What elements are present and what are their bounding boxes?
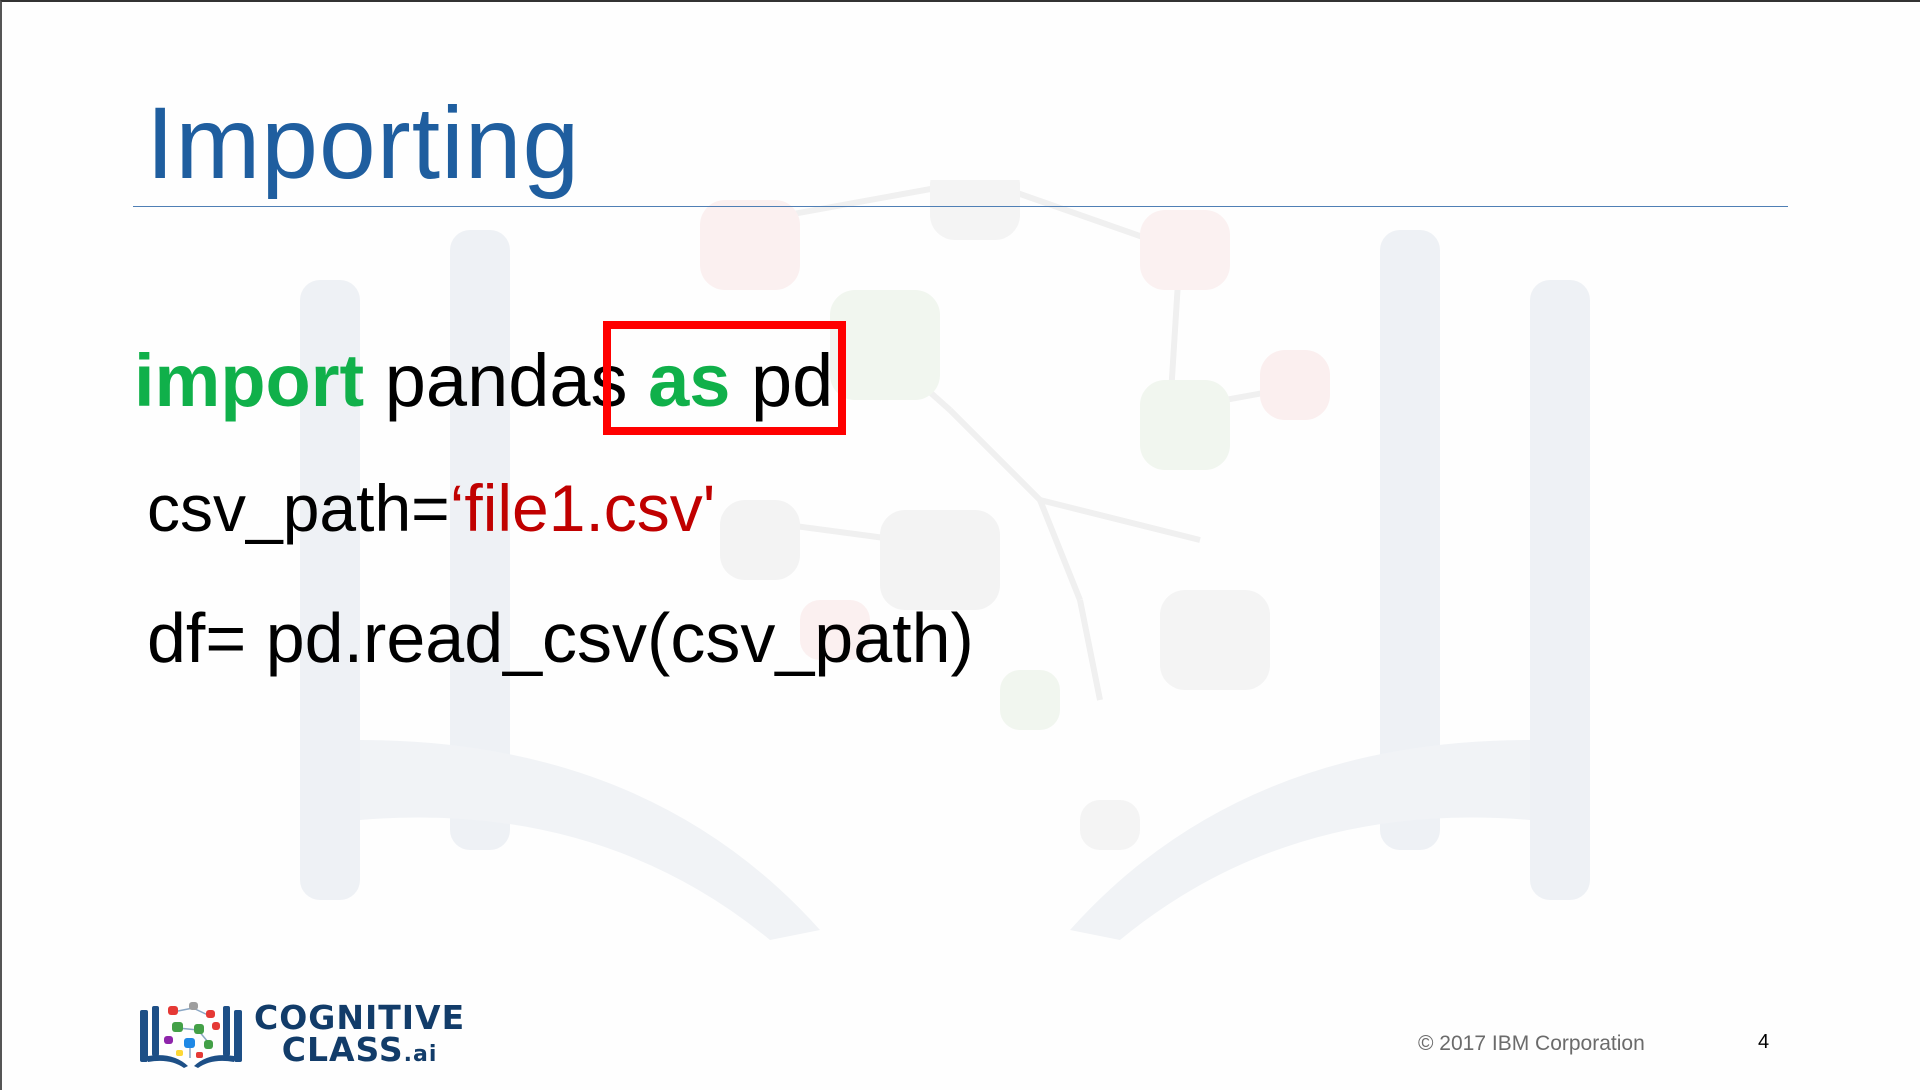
code-line-read-csv: df= pd.read_csv(csv_path) xyxy=(147,599,974,677)
logo-class-text: CLASS xyxy=(281,1029,404,1069)
keyword-import: import xyxy=(134,339,365,422)
module-name: pandas xyxy=(364,339,628,422)
book-network-watermark xyxy=(300,180,1590,940)
csv-path-string: ‘file1.csv' xyxy=(449,471,716,545)
cognitive-class-logo: COGNITIVE CLASS.ai xyxy=(138,998,465,1070)
logo-ai-suffix: .ai xyxy=(403,1041,438,1067)
highlight-box xyxy=(603,321,846,435)
code-line-csv-path: csv_path=‘file1.csv' xyxy=(147,475,715,541)
copyright-notice: © 2017 IBM Corporation xyxy=(1418,1032,1645,1055)
page-title: Importing xyxy=(146,86,581,200)
logo-line-class: CLASS.ai xyxy=(254,1033,465,1067)
page-number: 4 xyxy=(1758,1031,1770,1053)
csv-path-assignment: csv_path= xyxy=(147,471,450,545)
slide: Importing import pandas as pd csv_path=‘… xyxy=(0,0,1920,1090)
logo-wordmark: COGNITIVE CLASS.ai xyxy=(254,1001,465,1067)
book-logo-icon xyxy=(140,1002,242,1068)
title-divider xyxy=(133,206,1788,207)
